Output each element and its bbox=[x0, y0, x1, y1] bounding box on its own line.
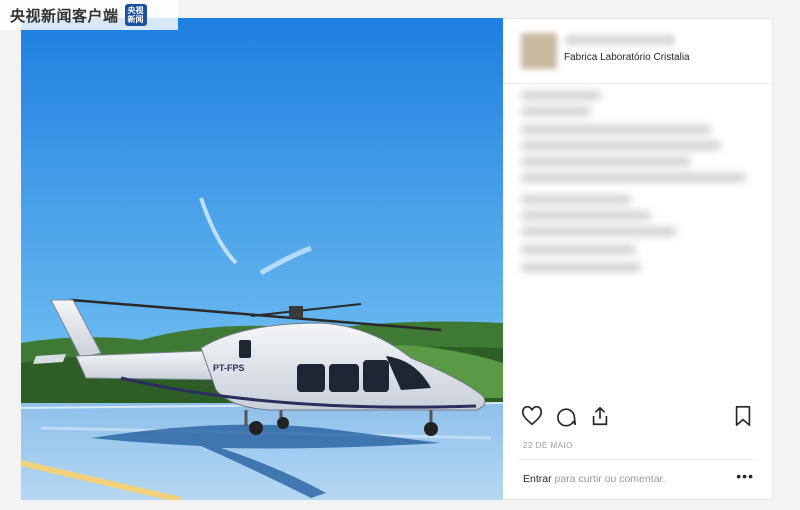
login-prompt-text: para curtir ou comentar. bbox=[551, 473, 666, 485]
post-date[interactable]: 22 DE MAIO bbox=[523, 441, 573, 450]
avatar[interactable] bbox=[521, 33, 557, 69]
caption-blurred bbox=[517, 85, 757, 285]
divider bbox=[517, 459, 758, 460]
post-panel: Fabrica Laboratório Cristalia 22 DE MAIO… bbox=[503, 18, 773, 500]
login-link[interactable]: Entrar bbox=[523, 473, 552, 485]
tail-number: PT-FPS bbox=[213, 363, 245, 373]
username-blurred[interactable] bbox=[565, 35, 675, 45]
bookmark-icon[interactable] bbox=[732, 405, 754, 427]
comment-icon[interactable] bbox=[555, 405, 577, 427]
post-photo[interactable]: PT-FPS bbox=[21, 18, 503, 500]
share-icon[interactable] bbox=[589, 405, 611, 427]
cctv-news-logo: 央视 新闻 bbox=[124, 4, 147, 26]
wheel-front bbox=[424, 422, 438, 436]
watermark-text: 央视新闻客户端 bbox=[10, 7, 119, 25]
sky bbox=[21, 18, 503, 358]
post-header: Fabrica Laboratório Cristalia bbox=[503, 19, 772, 84]
watermark: 央视新闻客户端 央视 新闻 bbox=[0, 0, 178, 30]
heart-icon[interactable] bbox=[521, 405, 543, 427]
login-prompt: Entrar para curtir ou comentar. bbox=[523, 473, 665, 485]
more-options-icon[interactable]: ••• bbox=[736, 468, 754, 484]
wheel-left bbox=[249, 421, 263, 435]
location-link[interactable]: Fabrica Laboratório Cristalia bbox=[564, 52, 690, 63]
post-actions bbox=[521, 405, 611, 427]
